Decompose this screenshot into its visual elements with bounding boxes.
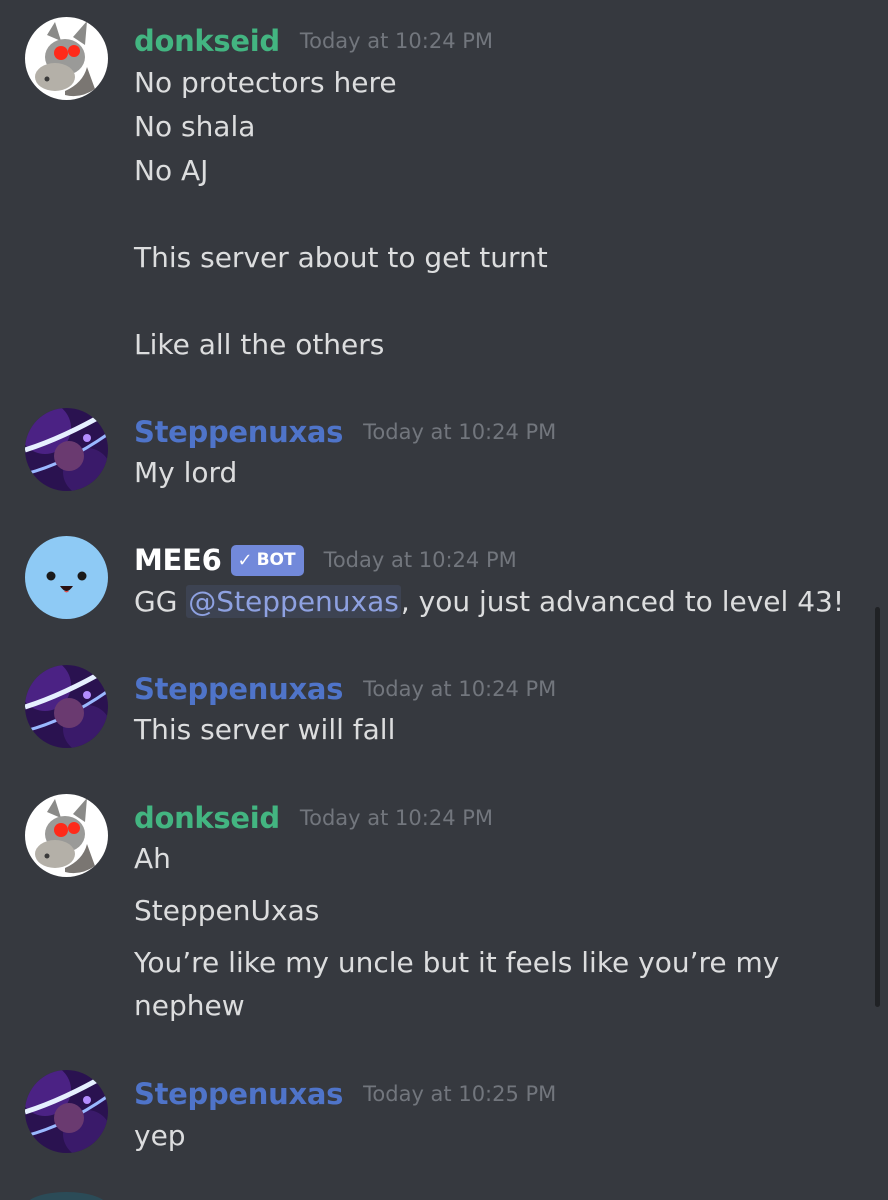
- message-header: donkseid Today at 10:24 PM: [134, 798, 493, 838]
- message-line: No shala: [134, 110, 256, 143]
- message-header: donkseid Today at 10:24 PM: [134, 21, 493, 61]
- message-header: Steppenuxas Today at 10:24 PM: [134, 412, 556, 452]
- username[interactable]: Steppenuxas: [134, 672, 343, 706]
- message-line: My lord: [134, 456, 238, 489]
- message-header: Steppenuxas Today at 10:24 PM: [134, 669, 556, 709]
- message-line: SteppenUxas: [134, 894, 320, 927]
- bot-badge: ✓ BOT: [231, 544, 304, 576]
- donkey-avatar-icon[interactable]: [25, 17, 108, 100]
- timestamp[interactable]: Today at 10:25 PM: [363, 1082, 556, 1106]
- chat-message-list[interactable]: donkseid Today at 10:24 PM No protectors…: [0, 0, 888, 1200]
- message-header: Steppenuxas Today at 10:25 PM: [134, 1074, 556, 1114]
- message-line: Like all the others: [134, 328, 385, 361]
- neon-avatar-icon[interactable]: [25, 408, 108, 491]
- username[interactable]: Steppenuxas: [134, 415, 343, 449]
- timestamp[interactable]: Today at 10:24 PM: [363, 677, 556, 701]
- message-line: No protectors here: [134, 66, 397, 99]
- message-line: yep: [134, 1119, 186, 1152]
- username[interactable]: Steppenuxas: [134, 1077, 343, 1111]
- user-mention[interactable]: @Steppenuxas: [186, 585, 401, 618]
- message-header: MEE6 ✓ BOT Today at 10:24 PM: [134, 540, 517, 580]
- message-text: GG: [134, 585, 187, 618]
- message-line: This server about to get turnt: [134, 241, 548, 274]
- message-line: nephew: [134, 989, 245, 1022]
- message-line: GG @Steppenuxas, you just advanced to le…: [134, 582, 844, 622]
- timestamp[interactable]: Today at 10:24 PM: [300, 29, 493, 53]
- donkey-avatar-icon[interactable]: [25, 794, 108, 877]
- avatar-icon[interactable]: [25, 1192, 108, 1200]
- neon-avatar-icon[interactable]: [25, 1070, 108, 1153]
- username[interactable]: donkseid: [134, 801, 280, 835]
- bot-badge-label: BOT: [256, 550, 296, 570]
- mee6-bot-avatar-icon[interactable]: [25, 536, 108, 619]
- username[interactable]: MEE6: [134, 543, 222, 577]
- message-line: No AJ: [134, 154, 209, 187]
- timestamp[interactable]: Today at 10:24 PM: [363, 420, 556, 444]
- scrollbar[interactable]: [875, 607, 880, 1007]
- message-line: Ah: [134, 842, 171, 875]
- username[interactable]: donkseid: [134, 24, 280, 58]
- message-text: , you just advanced to level 43!: [400, 585, 845, 618]
- neon-avatar-icon[interactable]: [25, 665, 108, 748]
- message-line: You’re like my uncle but it feels like y…: [134, 946, 780, 979]
- timestamp[interactable]: Today at 10:24 PM: [300, 806, 493, 830]
- message-line: This server will fall: [134, 713, 396, 746]
- checkmark-icon: ✓: [237, 549, 253, 571]
- timestamp[interactable]: Today at 10:24 PM: [324, 548, 517, 572]
